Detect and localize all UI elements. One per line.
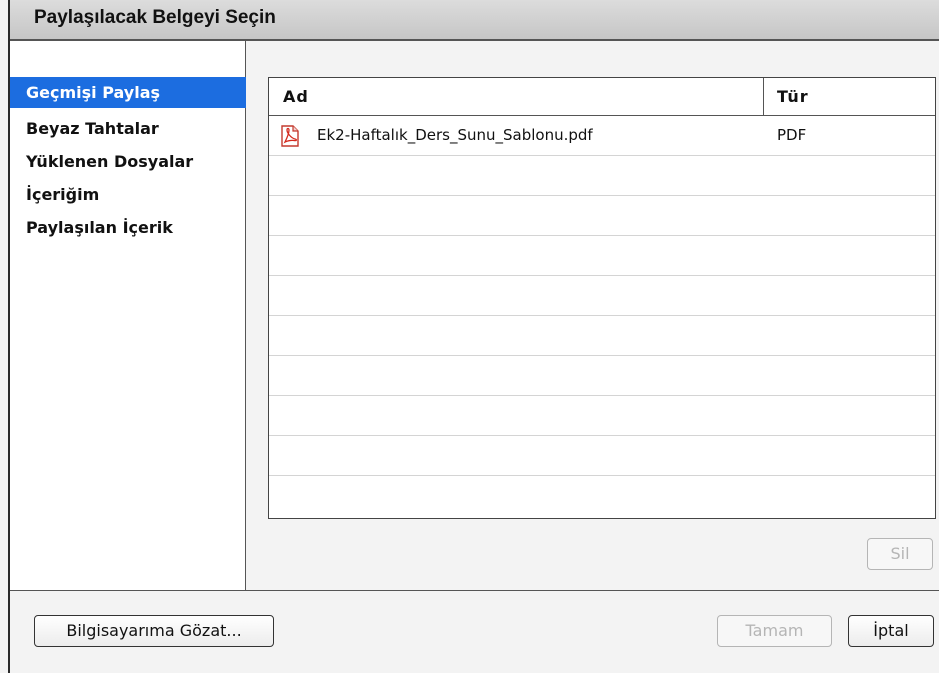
- column-header-name[interactable]: Ad: [283, 78, 309, 116]
- table-header: Ad Tür: [269, 78, 935, 116]
- browse-computer-button[interactable]: Bilgisayarıma Gözat...: [34, 615, 274, 647]
- file-table: Ad Tür Ek2-Haftalık_Ders_Sunu_Sablonu.pd…: [268, 77, 936, 519]
- column-divider[interactable]: [763, 78, 764, 116]
- main-panel: Ad Tür Ek2-Haftalık_Ders_Sunu_Sablonu.pd…: [247, 41, 939, 590]
- sidebar-item-whiteboards[interactable]: Beyaz Tahtalar: [10, 113, 246, 144]
- cancel-button[interactable]: İptal: [848, 615, 934, 647]
- sidebar-item-uploaded-files[interactable]: Yüklenen Dosyalar: [10, 146, 246, 177]
- sidebar: Geçmişi Paylaş Beyaz Tahtalar Yüklenen D…: [10, 41, 246, 590]
- ok-button[interactable]: Tamam: [717, 615, 832, 647]
- table-row-empty: [269, 276, 935, 316]
- footer-bar: Bilgisayarıma Gözat... Tamam İptal: [10, 590, 939, 673]
- delete-button[interactable]: Sil: [867, 538, 933, 570]
- table-row-empty: [269, 316, 935, 356]
- table-row-empty: [269, 436, 935, 476]
- pdf-file-icon: [281, 125, 299, 147]
- table-row-empty: [269, 356, 935, 396]
- table-row-empty: [269, 476, 935, 516]
- sidebar-item-my-content[interactable]: İçeriğim: [10, 179, 246, 210]
- file-name: Ek2-Haftalık_Ders_Sunu_Sablonu.pdf: [317, 126, 593, 144]
- table-row-empty: [269, 236, 935, 276]
- file-type: PDF: [777, 126, 807, 144]
- share-document-dialog: Paylaşılacak Belgeyi Seçin Geçmişi Payla…: [0, 0, 939, 673]
- table-row-empty: [269, 396, 935, 436]
- table-row[interactable]: Ek2-Haftalık_Ders_Sunu_Sablonu.pdf PDF: [269, 116, 935, 156]
- table-row-empty: [269, 156, 935, 196]
- sidebar-item-share-history[interactable]: Geçmişi Paylaş: [10, 77, 246, 108]
- title-bar[interactable]: Paylaşılacak Belgeyi Seçin: [10, 0, 939, 41]
- table-row-empty: [269, 196, 935, 236]
- sidebar-item-shared-content[interactable]: Paylaşılan İçerik: [10, 212, 246, 243]
- column-header-type[interactable]: Tür: [777, 78, 809, 116]
- dialog-title: Paylaşılacak Belgeyi Seçin: [34, 7, 276, 28]
